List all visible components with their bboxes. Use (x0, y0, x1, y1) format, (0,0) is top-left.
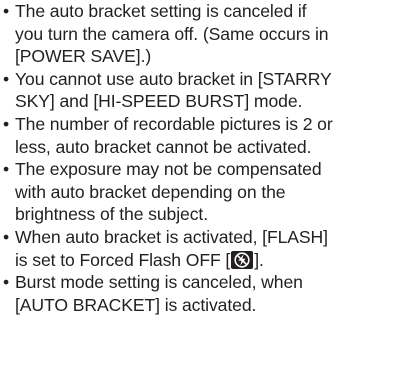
note-burst-mode-canceled: • Burst mode setting is canceled, when [… (2, 271, 412, 316)
note-line: you turn the camera off. (Same occurs in (15, 23, 329, 44)
note-line: The auto bracket setting is canceled if (15, 1, 307, 21)
bullet: • (3, 68, 10, 89)
note-line: brightness of the subject. (15, 204, 209, 225)
bullet: • (3, 159, 10, 180)
note-flash-forced-off: • When auto bracket is activated, [FLASH… (2, 226, 412, 271)
note-line: SKY] and [HI-SPEED BURST] mode. (15, 91, 303, 112)
notes-list: • The auto bracket setting is canceled i… (2, 0, 412, 316)
note-exposure-compensation: • The exposure may not be compensated wi… (2, 158, 412, 226)
note-line: with auto bracket depending on the (15, 181, 286, 202)
note-line: [AUTO BRACKET] is activated. (15, 294, 257, 315)
note-line-suffix: ]. (254, 249, 264, 270)
note-line: [POWER SAVE].) (15, 46, 152, 67)
note-line: The exposure may not be compensated (15, 159, 322, 180)
bullet: • (3, 272, 10, 293)
forced-flash-off-icon (231, 250, 254, 269)
note-starry-sky-restriction: • You cannot use auto bracket in [STARRY… (2, 68, 412, 113)
bullet: • (3, 113, 10, 134)
note-line: The number of recordable pictures is 2 o… (15, 113, 333, 134)
note-line-prefix: is set to Forced Flash OFF [ (15, 249, 231, 270)
note-auto-bracket-canceled: • The auto bracket setting is canceled i… (2, 0, 412, 68)
bullet: • (3, 1, 10, 21)
note-line: less, auto bracket cannot be activated. (15, 136, 312, 157)
note-recordable-pictures: • The number of recordable pictures is 2… (2, 113, 412, 158)
note-line: You cannot use auto bracket in [STARRY (15, 68, 332, 89)
note-line: When auto bracket is activated, [FLASH] (15, 226, 328, 247)
note-line: Burst mode setting is canceled, when (15, 272, 303, 293)
bullet: • (3, 226, 10, 247)
